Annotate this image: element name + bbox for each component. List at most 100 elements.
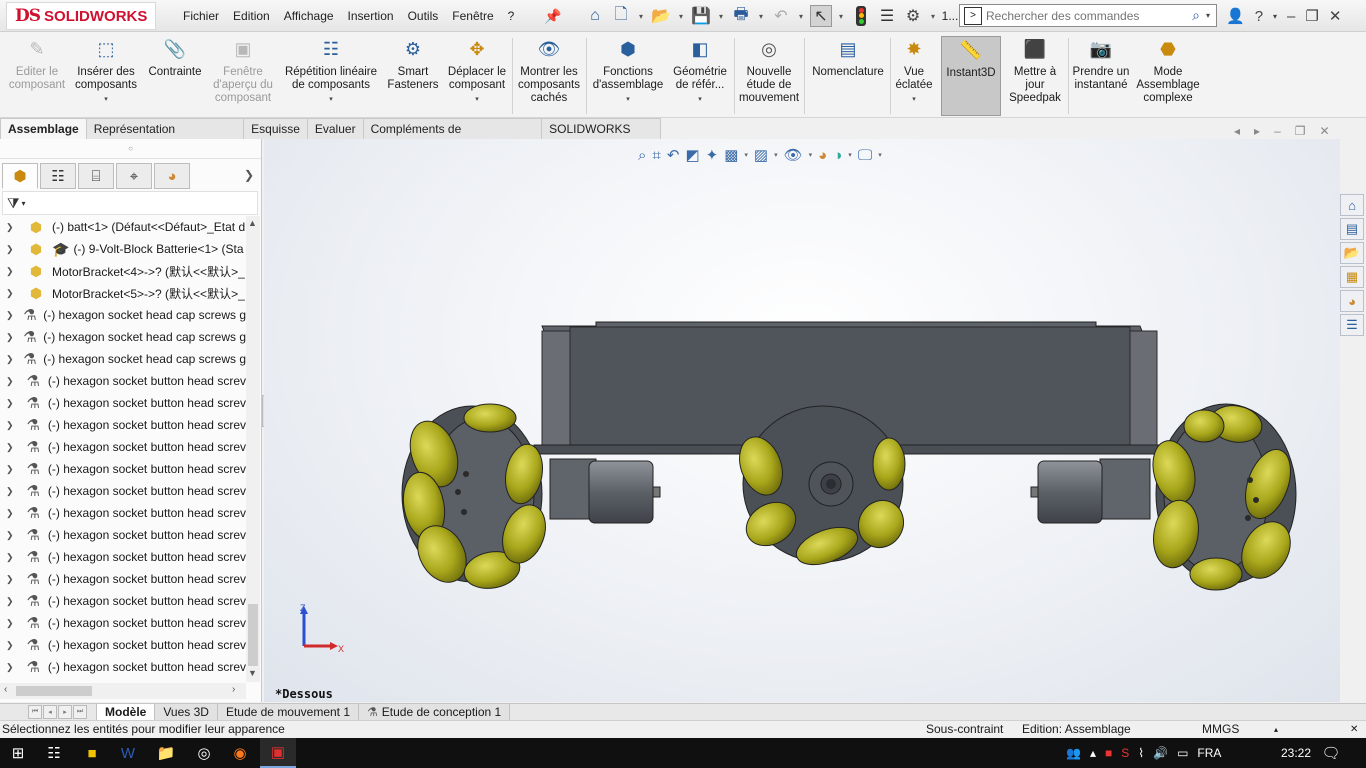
tree-item[interactable]: ❯ ⚗ (-) hexagon socket button head screv xyxy=(0,524,246,546)
tree-item[interactable]: ❯ ⚗ (-) hexagon socket button head screv xyxy=(0,370,246,392)
tab-evaluer[interactable]: Evaluer xyxy=(306,118,364,139)
tree-item[interactable]: ❯ ⚗ (-) hexagon socket button head screv xyxy=(0,590,246,612)
language-indicator[interactable]: FRA xyxy=(1197,746,1221,760)
expand-chevron-icon[interactable]: ❯ xyxy=(6,640,16,651)
move-component-button[interactable]: ✥ Déplacer le composant ▾ xyxy=(444,36,510,116)
expand-chevron-icon[interactable]: ❯ xyxy=(6,574,16,585)
word-icon[interactable]: W xyxy=(110,738,146,768)
user-icon[interactable]: 👤 xyxy=(1226,7,1245,25)
panel-grip-icon[interactable]: ○ xyxy=(0,139,261,159)
expand-chevron-icon[interactable]: ❯ xyxy=(6,442,16,453)
custom-properties-icon[interactable]: ☰ xyxy=(1340,314,1364,336)
scroll-thumb[interactable] xyxy=(248,604,258,666)
exploded-view-dropdown-icon[interactable]: ▾ xyxy=(912,93,916,106)
options-dropdown-icon[interactable]: ▾ xyxy=(928,5,938,27)
assembly-features-button[interactable]: ⬢ Fonctions d'assemblage ▾ xyxy=(590,36,666,116)
taskbar-clock[interactable]: 23:22 xyxy=(1276,738,1316,768)
search-dropdown-icon[interactable]: ▾ xyxy=(1206,11,1216,20)
status-close-icon[interactable]: ✕ xyxy=(1350,721,1358,738)
expand-chevron-icon[interactable]: ❯ xyxy=(6,222,18,233)
expand-chevron-icon[interactable]: ❯ xyxy=(6,266,18,277)
tree-item[interactable]: ❯ ⚗ (-) hexagon socket head cap screws g xyxy=(0,348,246,370)
battery-icon[interactable]: ▭ xyxy=(1177,746,1188,760)
people-icon[interactable]: 👥 xyxy=(1066,746,1081,760)
restore-icon[interactable]: ❐ xyxy=(1305,7,1318,25)
tree-item[interactable]: ❯ ⚗ (-) hexagon socket button head screv xyxy=(0,458,246,480)
help-dropdown-icon[interactable]: ▾ xyxy=(1273,12,1277,21)
undo-icon[interactable]: ↶ xyxy=(770,5,792,27)
expand-chevron-icon[interactable]: ❯ xyxy=(6,244,18,255)
close-icon[interactable]: ✕ xyxy=(1329,7,1342,25)
minimize-icon[interactable]: – xyxy=(1287,8,1295,25)
open-folder-icon[interactable]: 📂 xyxy=(650,5,672,27)
assembly-model-drawing[interactable] xyxy=(264,139,1340,702)
design-library-icon[interactable]: ▤ xyxy=(1340,218,1364,240)
expand-chevron-icon[interactable]: ❯ xyxy=(6,464,16,475)
notifications-icon[interactable]: 🗨 xyxy=(1316,738,1346,768)
search-icon[interactable]: ⌕ xyxy=(1186,7,1206,24)
menu-insertion[interactable]: Insertion xyxy=(341,9,401,23)
display-manager-tab-icon[interactable]: ◕ xyxy=(154,163,190,189)
volume-icon[interactable]: 🔊 xyxy=(1153,746,1168,760)
firefox-icon[interactable]: ◉ xyxy=(222,738,258,768)
tab-etude-conception[interactable]: ⚗ Etude de conception 1 xyxy=(358,704,511,721)
network-icon[interactable]: ⌇ xyxy=(1138,746,1144,760)
next-tab-icon[interactable]: ▸ xyxy=(58,705,72,719)
instant3d-button[interactable]: 📏 Instant3D xyxy=(941,36,1001,116)
linear-pattern-button[interactable]: ☷ Répétition linéaire de composants ▾ xyxy=(280,36,382,116)
print-icon[interactable]: 🖶 xyxy=(730,5,752,27)
tree-item[interactable]: ❯ ⚗ (-) hexagon socket button head screv xyxy=(0,612,246,634)
expand-chevron-icon[interactable]: ❯ xyxy=(6,420,16,431)
doc-prev-icon[interactable]: ◂ xyxy=(1234,124,1240,138)
solidworks-taskbar-icon[interactable]: ▣ xyxy=(260,738,296,768)
expand-chevron-icon[interactable]: ❯ xyxy=(6,376,16,387)
exploded-view-button[interactable]: ✸ Vue éclatée ▾ xyxy=(892,36,936,116)
solidworks-logo[interactable]: DS SOLIDWORKS xyxy=(6,2,156,30)
tree-item[interactable]: ❯ ⚗ (-) hexagon socket button head screv xyxy=(0,656,246,678)
first-tab-icon[interactable]: ⏮ xyxy=(28,705,42,719)
tree-item[interactable]: ❯ ⚗ (-) hexagon socket button head screv xyxy=(0,436,246,458)
reference-geometry-button[interactable]: ◧ Géométrie de référ... ▾ xyxy=(668,36,732,116)
expand-chevron-icon[interactable]: ❯ xyxy=(6,354,15,365)
expand-chevron-icon[interactable]: ❯ xyxy=(6,530,16,541)
status-units[interactable]: MMGS xyxy=(1202,721,1239,738)
move-component-dropdown-icon[interactable]: ▾ xyxy=(475,93,479,106)
dimxpert-tab-icon[interactable]: ⌖ xyxy=(116,163,152,189)
tree-item[interactable]: ❯ ⚗ (-) hexagon socket button head screv xyxy=(0,502,246,524)
tab-mbd[interactable]: SOLIDWORKS MBD xyxy=(541,118,661,156)
assembly-features-dropdown-icon[interactable]: ▾ xyxy=(626,93,630,106)
tree-item[interactable]: ❯ ⚗ (-) hexagon socket button head screv xyxy=(0,480,246,502)
view-palette-icon[interactable]: ▦ xyxy=(1340,266,1364,288)
smart-fasteners-button[interactable]: ⚙ Smart Fasteners xyxy=(384,36,442,116)
insert-components-dropdown-icon[interactable]: ▾ xyxy=(104,93,108,106)
bom-button[interactable]: ▤ Nomenclature xyxy=(808,36,888,116)
tree-item[interactable]: ❯ ⬢ MotorBracket<4>->? (默认<<默认>_ xyxy=(0,260,246,282)
tree-horizontal-scrollbar[interactable]: ‹ › xyxy=(0,683,246,699)
file-explorer-folder-icon[interactable]: 📂 xyxy=(1340,242,1364,264)
rebuild-traffic-light-icon[interactable] xyxy=(850,5,872,27)
home-icon[interactable]: ⌂ xyxy=(584,5,606,27)
tray-app-icon[interactable]: ■ xyxy=(1105,746,1112,760)
menu-fenetre[interactable]: Fenêtre xyxy=(445,9,500,23)
tab-etude-mouvement[interactable]: Etude de mouvement 1 xyxy=(216,704,360,721)
motion-study-button[interactable]: ◎ Nouvelle étude de mouvement xyxy=(736,36,802,116)
scroll-down-icon[interactable]: ▼ xyxy=(248,668,257,678)
doc-minimize-icon[interactable]: – xyxy=(1274,124,1281,138)
print-dropdown-icon[interactable]: ▾ xyxy=(756,5,766,27)
appearances-icon[interactable]: ◕ xyxy=(1340,290,1364,312)
expand-chevron-icon[interactable]: ❯ xyxy=(6,508,16,519)
expand-chevron-icon[interactable]: ❯ xyxy=(6,332,15,343)
tab-vues-3d[interactable]: Vues 3D xyxy=(154,704,218,721)
sticky-notes-icon[interactable]: ■ xyxy=(74,738,110,768)
new-dropdown-icon[interactable]: ▾ xyxy=(636,5,646,27)
feature-manager-tab-icon[interactable]: ⬢ xyxy=(2,163,38,189)
prev-tab-icon[interactable]: ◂ xyxy=(43,705,57,719)
large-assembly-button[interactable]: ⬣ Mode Assemblage complexe xyxy=(1134,36,1202,116)
tree-item[interactable]: ❯ ⚗ (-) hexagon socket head cap screws g xyxy=(0,304,246,326)
tree-item[interactable]: ❯ ⚗ (-) hexagon socket button head screv xyxy=(0,568,246,590)
last-tab-icon[interactable]: ⏭ xyxy=(73,705,87,719)
expand-chevron-icon[interactable]: ❯ xyxy=(6,398,16,409)
open-dropdown-icon[interactable]: ▾ xyxy=(676,5,686,27)
tree-item[interactable]: ❯ ⬢ 🎓 (-) 9-Volt-Block Batterie<1> (Sta xyxy=(0,238,246,260)
doc-next-icon[interactable]: ▸ xyxy=(1254,124,1260,138)
